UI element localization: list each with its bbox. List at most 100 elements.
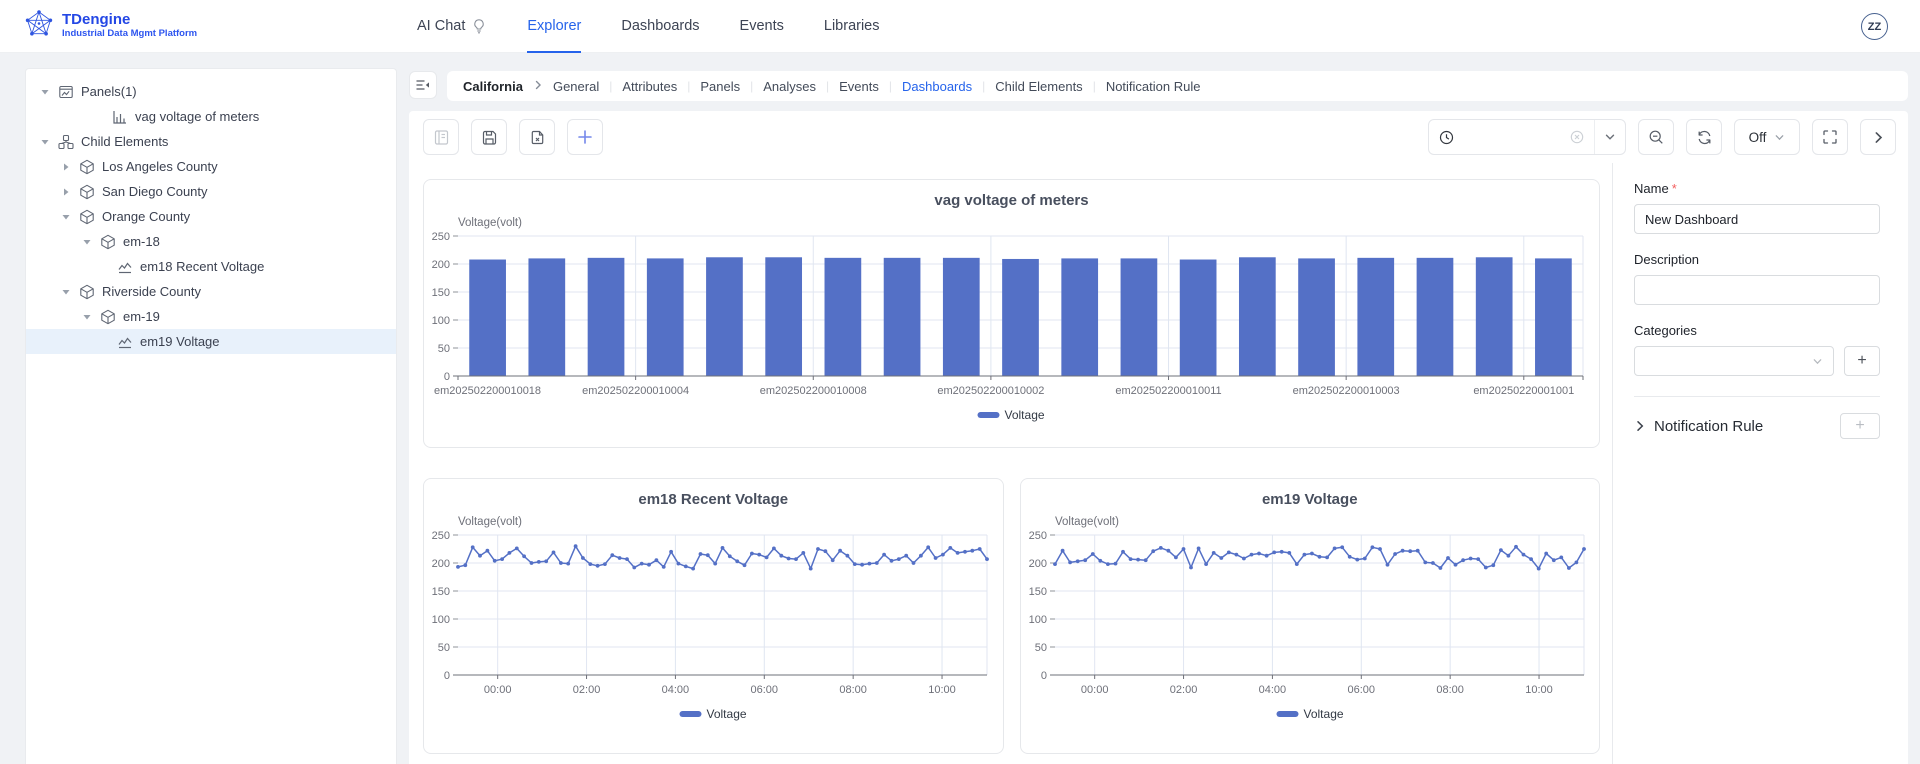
main-column: California General | Attributes | Panels | Ana… <box>409 68 1908 764</box>
caret-down-icon[interactable] <box>38 135 52 149</box>
clear-page-icon <box>531 130 543 144</box>
chart-card-em19[interactable]: em19 Voltage Voltage(volt) 0 50 100 150 200 25… <box>1019 478 1600 754</box>
cube-icon <box>78 283 95 300</box>
separator: | <box>750 79 754 93</box>
svg-text:02:00: 02:00 <box>573 684 601 696</box>
collapse-sidebar-button[interactable] <box>409 71 437 99</box>
nav-item-events[interactable]: Events <box>740 0 784 53</box>
tree-node-label: Orange County <box>102 209 191 224</box>
breadcrumb-tab-panels[interactable]: Panels <box>700 79 740 94</box>
description-field[interactable] <box>1634 275 1880 305</box>
bulb-icon <box>471 18 487 34</box>
divider <box>1634 396 1880 397</box>
tree-node-panels-1-[interactable]: Panels(1) <box>26 79 396 104</box>
panels-icon <box>57 83 74 100</box>
caret-right-icon[interactable] <box>59 160 73 174</box>
clear-time-icon[interactable] <box>1570 130 1584 144</box>
plus-icon: + <box>1855 417 1865 434</box>
breadcrumb-tab-general[interactable]: General <box>553 79 599 94</box>
breadcrumb-tab-analyses[interactable]: Analyses <box>763 79 816 94</box>
svg-text:06:00: 06:00 <box>1347 684 1375 696</box>
tree-node-orange-county[interactable]: Orange County <box>26 204 396 229</box>
breadcrumb-tab-events[interactable]: Events <box>839 79 879 94</box>
brand-logo[interactable]: TDengine Industrial Data Mgmt Platform <box>24 9 197 44</box>
tree-node-riverside-county[interactable]: Riverside County <box>26 279 396 304</box>
plus-icon: + <box>1857 352 1867 369</box>
time-range-input-wrap[interactable] <box>1429 120 1594 154</box>
nav-item-explorer[interactable]: Explorer <box>527 0 582 53</box>
caret-down-icon[interactable] <box>80 310 94 324</box>
time-range-input[interactable] <box>1462 129 1562 145</box>
categories-label: Categories <box>1634 323 1697 338</box>
cube-icon <box>78 208 95 225</box>
tree-node-label: vag voltage of meters <box>135 109 260 124</box>
breadcrumb-tab-child-elements[interactable]: Child Elements <box>995 79 1082 94</box>
zoom-out-button[interactable] <box>1638 119 1674 155</box>
separator: | <box>982 79 986 93</box>
nav-item-libraries[interactable]: Libraries <box>824 0 880 53</box>
categories-select[interactable] <box>1634 346 1834 376</box>
breadcrumb-tab-attributes[interactable]: Attributes <box>622 79 677 94</box>
caret-down-icon[interactable] <box>59 285 73 299</box>
save-button[interactable] <box>471 119 507 155</box>
tree-node-vag-voltage-of-meters[interactable]: vag voltage of meters <box>26 104 396 129</box>
nav-item-label: Explorer <box>527 17 582 34</box>
nav-item-dashboards[interactable]: Dashboards <box>621 0 699 53</box>
breadcrumb-root[interactable]: California <box>463 79 523 94</box>
chevron-down-icon <box>1605 134 1615 140</box>
breadcrumb-tab-notification-rule[interactable]: Notification Rule <box>1106 79 1201 94</box>
tree-node-em18-recent-voltage[interactable]: em18 Recent Voltage <box>26 254 396 279</box>
legend[interactable]: Voltage <box>977 408 1045 422</box>
tree-node-label: em19 Voltage <box>140 334 220 349</box>
brand-title: TDengine <box>62 11 131 28</box>
name-field[interactable] <box>1634 204 1880 234</box>
top-navbar: TDengine Industrial Data Mgmt Platform A… <box>0 0 1920 53</box>
svg-text:100: 100 <box>432 315 450 327</box>
auto-refresh-value: Off <box>1748 129 1767 145</box>
tree-node-label: em18 Recent Voltage <box>140 259 265 274</box>
description-label: Description <box>1634 252 1700 267</box>
add-category-button[interactable]: + <box>1844 346 1880 376</box>
chevron-right-icon[interactable] <box>1634 420 1646 432</box>
name-label: Name <box>1634 181 1669 196</box>
page-body: Panels(1) vag voltage of meters Child Elem… <box>0 53 1920 764</box>
chart-card-vag-voltage[interactable]: vag voltage of meters Voltage(volt) 0 50 10… <box>423 179 1600 448</box>
tree-node-san-diego-county[interactable]: San Diego County <box>26 179 396 204</box>
add-notification-rule-button[interactable]: + <box>1840 413 1880 439</box>
time-range-dropdown-toggle[interactable] <box>1595 120 1625 154</box>
fullscreen-icon <box>1823 130 1837 144</box>
legend[interactable]: Voltage <box>1276 707 1343 721</box>
clear-page-button[interactable] <box>519 119 555 155</box>
refresh-button[interactable] <box>1686 119 1722 155</box>
tree-node-child-elements[interactable]: Child Elements <box>26 129 396 154</box>
tree-node-em19-voltage[interactable]: em19 Voltage <box>26 329 396 354</box>
legend[interactable]: Voltage <box>679 707 747 721</box>
clock-icon <box>1439 130 1454 144</box>
collapse-inspector-button[interactable] <box>1860 119 1896 155</box>
separator: | <box>1092 79 1096 93</box>
auto-refresh-select[interactable]: Off <box>1734 119 1800 155</box>
svg-text:04:00: 04:00 <box>1258 684 1286 696</box>
tree-node-em-18[interactable]: em-18 <box>26 229 396 254</box>
add-panel-button[interactable] <box>567 119 603 155</box>
caret-down-icon[interactable] <box>80 235 94 249</box>
nav-item-ai-chat[interactable]: AI Chat <box>417 0 487 53</box>
svg-text:em202502200010004: em202502200010004 <box>582 385 689 397</box>
tree-node-em-19[interactable]: em-19 <box>26 304 396 329</box>
caret-right-icon[interactable] <box>59 185 73 199</box>
separator: | <box>888 79 893 93</box>
avatar[interactable]: ZZ <box>1861 13 1888 40</box>
caret-down-icon[interactable] <box>38 85 52 99</box>
zoom-out-icon <box>1649 130 1663 144</box>
svg-text:08:00: 08:00 <box>1436 684 1464 696</box>
caret-down-icon[interactable] <box>59 210 73 224</box>
svg-text:00:00: 00:00 <box>484 684 512 696</box>
tree-node-los-angeles-county[interactable]: Los Angeles County <box>26 154 396 179</box>
chart-card-em18[interactable]: em18 Recent Voltage Voltage(volt) 0 50 100 1… <box>423 478 1004 754</box>
breadcrumb-tab-dashboards[interactable]: Dashboards <box>902 79 972 94</box>
chevron-right-icon <box>1875 131 1882 143</box>
svg-text:em202502200010008: em202502200010008 <box>760 385 867 397</box>
chart-title: em18 Recent Voltage <box>638 491 789 508</box>
fullscreen-button[interactable] <box>1812 119 1848 155</box>
panel-list-button[interactable] <box>423 119 459 155</box>
